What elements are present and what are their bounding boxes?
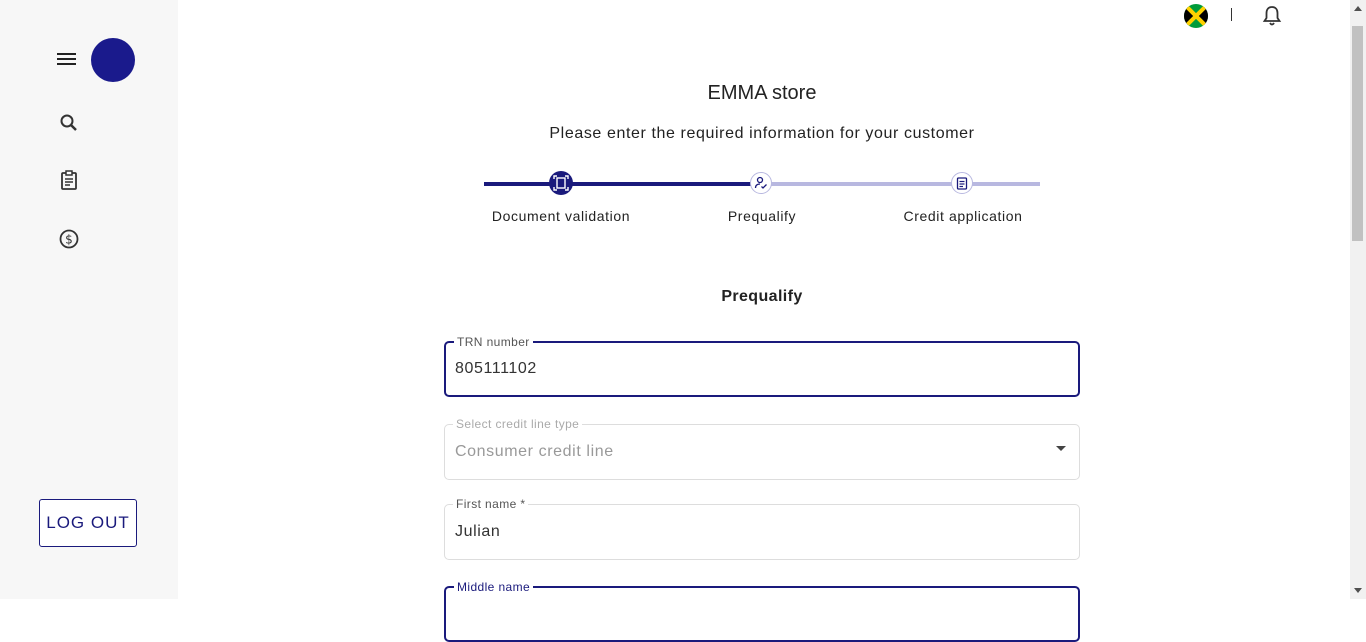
scroll-down-icon[interactable] <box>1354 588 1362 593</box>
svg-text:$: $ <box>65 233 73 247</box>
page-subtitle: Please enter the required information fo… <box>549 125 975 142</box>
first-name-field[interactable]: First name * Julian <box>444 496 1080 560</box>
step-label-credit-application: Credit application <box>903 208 1023 224</box>
bell-icon[interactable] <box>1262 5 1282 27</box>
jamaica-flag-icon[interactable] <box>1184 4 1208 28</box>
menu-icon[interactable] <box>57 50 77 68</box>
clipboard-icon[interactable] <box>58 169 80 191</box>
first-name-label: First name * <box>453 496 529 512</box>
logout-button[interactable]: LOG OUT <box>39 499 137 547</box>
step-label-document-validation: Document validation <box>491 208 631 224</box>
divider <box>1231 8 1232 21</box>
scrollbar-thumb[interactable] <box>1352 26 1363 241</box>
credit-line-type-select[interactable]: Select credit line type Consumer credit … <box>444 416 1080 480</box>
step-line-pending <box>762 182 1040 186</box>
trn-number-value: 805111102 <box>455 360 537 377</box>
avatar[interactable] <box>91 38 135 82</box>
search-icon[interactable] <box>58 112 80 134</box>
trn-number-field[interactable]: TRN number 805111102 <box>444 334 1080 397</box>
first-name-value: Julian <box>455 523 501 540</box>
credit-line-type-label: Select credit line type <box>453 416 583 432</box>
dollar-icon[interactable]: $ <box>58 228 80 250</box>
step-document-scan-icon[interactable] <box>549 171 573 195</box>
page-title: EMMA store <box>707 82 817 104</box>
sidebar: $ LOG OUT <box>0 0 178 599</box>
chevron-down-icon[interactable] <box>1056 446 1066 451</box>
middle-name-label: Middle name <box>454 579 534 595</box>
middle-name-field[interactable]: Middle name <box>444 579 1080 642</box>
step-clipboard-icon[interactable] <box>951 172 973 194</box>
trn-number-label: TRN number <box>454 334 533 350</box>
section-title: Prequalify <box>721 288 803 305</box>
step-user-check-icon[interactable] <box>750 172 772 194</box>
credit-line-type-value: Consumer credit line <box>455 443 614 460</box>
scroll-up-icon[interactable] <box>1354 6 1362 11</box>
step-label-prequalify: Prequalify <box>727 208 797 224</box>
progress-stepper: Document validation Prequalify Credit ap… <box>484 170 1040 230</box>
step-line-completed <box>484 182 762 186</box>
scrollbar[interactable] <box>1350 0 1366 599</box>
